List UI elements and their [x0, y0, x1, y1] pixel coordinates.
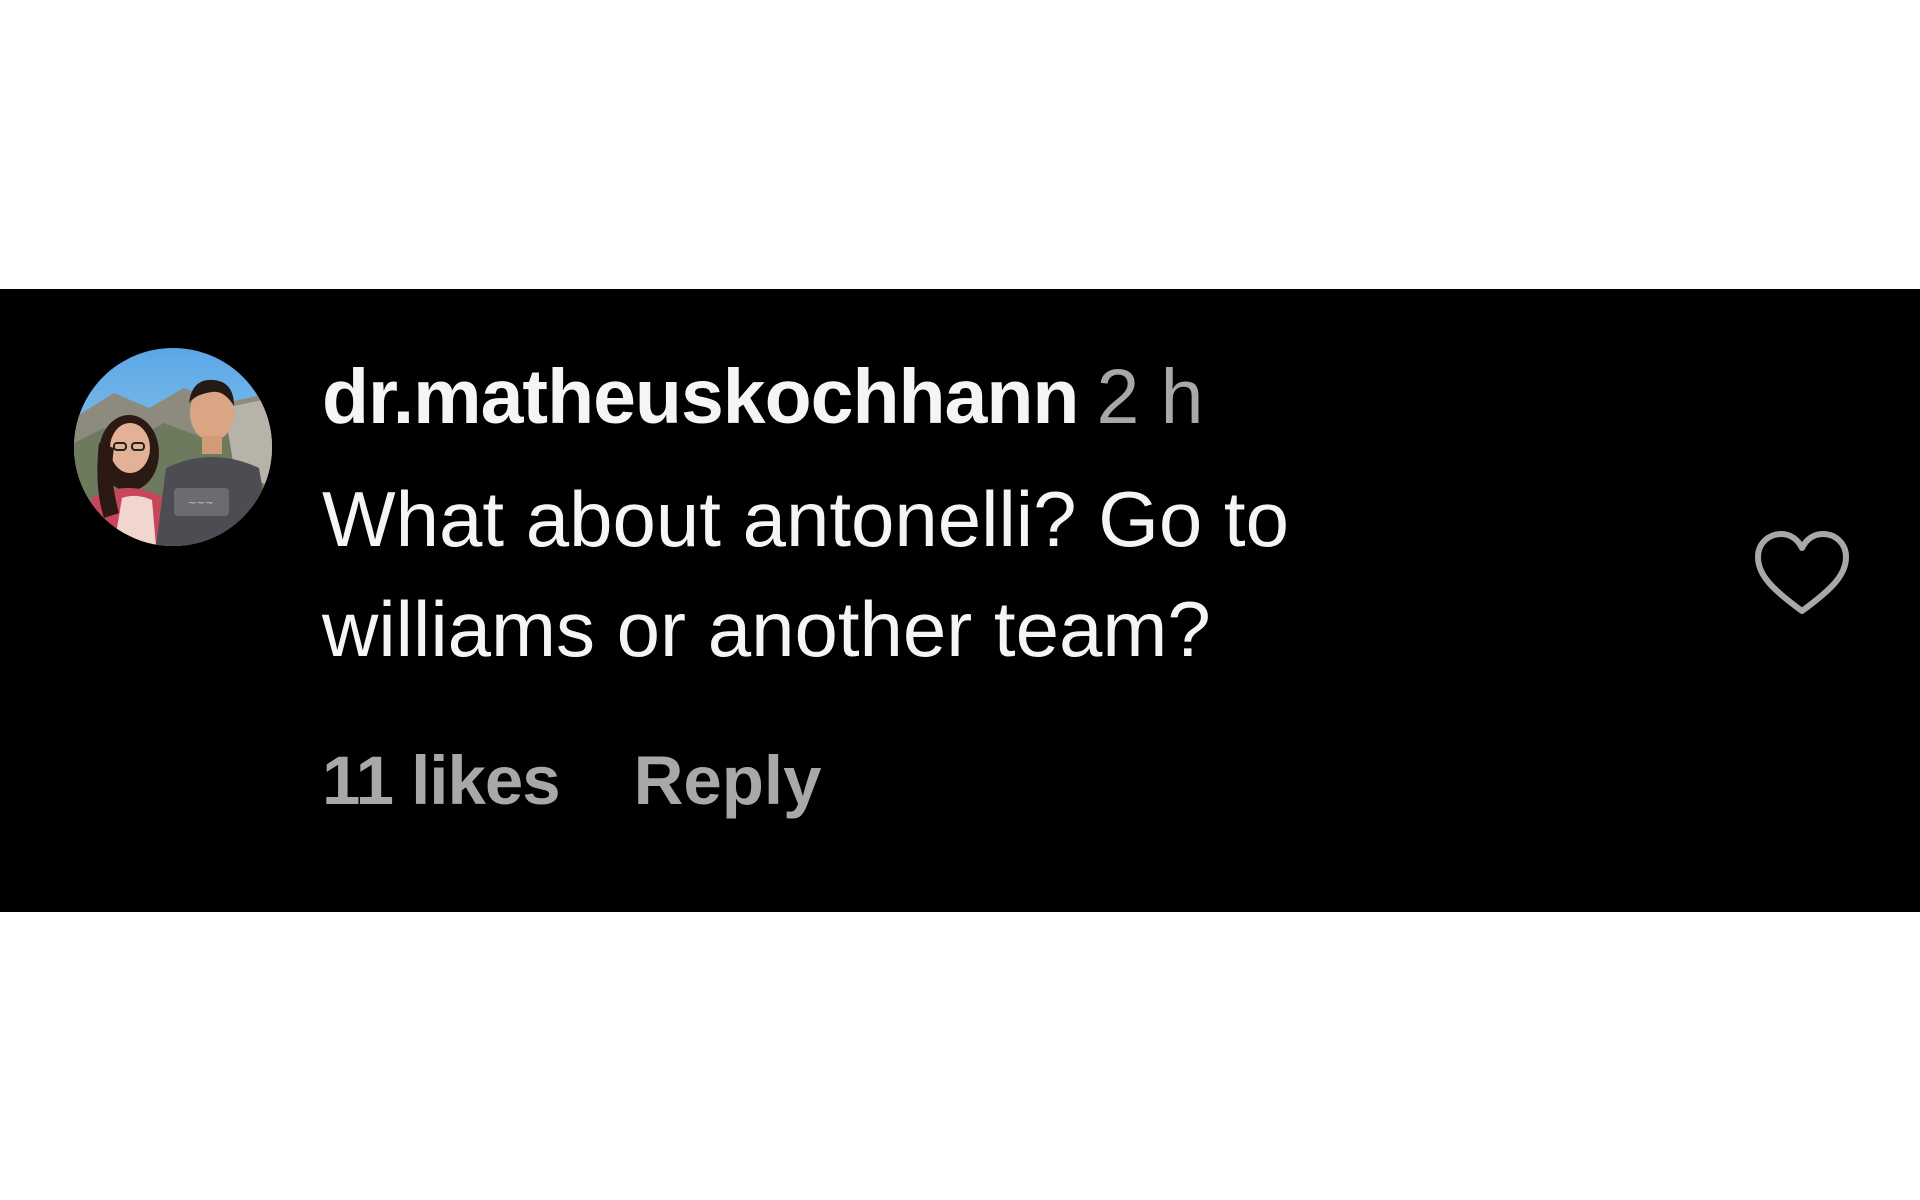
svg-text:~~~: ~~~ — [188, 498, 213, 509]
like-button[interactable] — [1752, 529, 1852, 619]
avatar-photo: ~~~ — [74, 348, 272, 546]
comment-content: dr.matheuskochhann 2 h What about antonel… — [322, 359, 1622, 684]
avatar[interactable]: ~~~ — [74, 348, 272, 546]
comment-actions: 11 likes Reply — [322, 741, 821, 820]
comment-text: What about antonelli? Go to williams or … — [322, 475, 1289, 673]
heart-outline-icon — [1755, 531, 1849, 614]
comment-timestamp: 2 h — [1096, 354, 1204, 440]
comment-header: dr.matheuskochhann 2 h — [322, 359, 1622, 436]
page: ~~~ dr.matheuskochhann 2 h What about ant… — [0, 0, 1920, 1200]
reply-button[interactable]: Reply — [634, 742, 822, 819]
username-link[interactable]: dr.matheuskochhann — [322, 354, 1079, 440]
likes-count[interactable]: 11 likes — [322, 742, 561, 819]
comment-item: ~~~ dr.matheuskochhann 2 h What about ant… — [0, 289, 1920, 912]
